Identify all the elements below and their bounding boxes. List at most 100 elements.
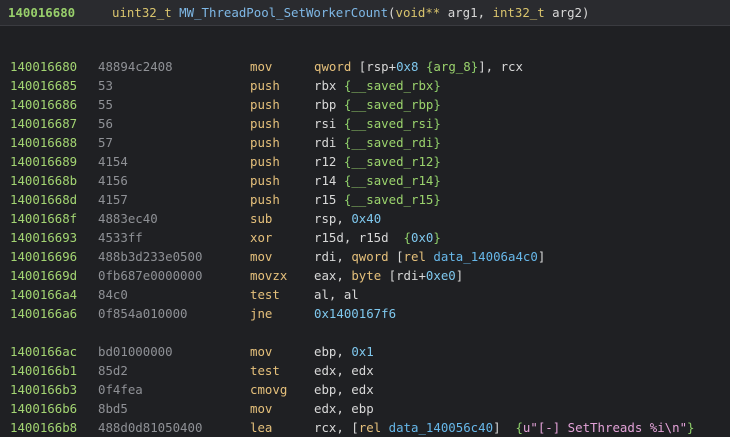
instruction-operands[interactable]: r15 {__saved_r15} [314, 190, 441, 209]
instruction-row[interactable]: 14001668f 4883ec40 sub rsp, 0x40 [0, 209, 730, 228]
instruction-operands[interactable]: r12 {__saved_r12} [314, 152, 441, 171]
operand-token: [rdi+ [381, 268, 426, 283]
instruction-operands[interactable]: rdi, qword [rel data_14006a4c0] [314, 247, 545, 266]
instruction-row[interactable]: 1400166a6 0f854a010000 jne 0x1400167f6 [0, 304, 730, 323]
instruction-operands[interactable]: rcx, [rel data_140056c40] {u"[-] SetThre… [314, 418, 695, 437]
instruction-operands[interactable]: edx, edx [314, 361, 374, 380]
instruction-address[interactable]: 14001668b [10, 171, 77, 190]
instruction-row[interactable]: 14001668d 4157 push r15 {__saved_r15} [0, 190, 730, 209]
instruction-mnemonic[interactable]: mov [250, 342, 272, 361]
signature-token: ( [388, 5, 396, 20]
instruction-mnemonic[interactable]: jne [250, 304, 272, 323]
instruction-bytes: 0f4fea [98, 382, 143, 397]
instruction-mnemonic[interactable]: cmovg [250, 380, 287, 399]
instruction-mnemonic[interactable]: sub [250, 209, 272, 228]
instruction-operands[interactable]: r15d, r15d {0x0} [314, 228, 441, 247]
operand-token: rdi [314, 135, 344, 150]
instruction-mnemonic[interactable]: push [250, 133, 280, 152]
operand-token: } [433, 173, 441, 188]
instruction-row[interactable]: 140016686 55 push rbp {__saved_rbp} [0, 95, 730, 114]
instruction-row[interactable]: 140016680 48894c2408 mov qword [rsp+0x8 {ar… [0, 57, 730, 76]
instruction-bytes: 48894c2408 [98, 59, 173, 74]
instruction-bytes: 4883ec40 [98, 211, 158, 226]
instruction-address[interactable]: 1400166b6 [10, 399, 77, 418]
instruction-mnemonic[interactable]: push [250, 95, 280, 114]
instruction-operands[interactable]: ebp, 0x1 [314, 342, 374, 361]
instruction-address[interactable]: 140016696 [10, 247, 77, 266]
instruction-address[interactable]: 1400166ac [10, 342, 77, 361]
operand-token: __saved_r14 [351, 173, 434, 188]
instruction-operands[interactable]: qword [rsp+0x8 {arg_8}], rcx [314, 57, 523, 76]
instruction-mnemonic[interactable]: push [250, 190, 280, 209]
instruction-address[interactable]: 14001669d [10, 266, 77, 285]
instruction-row[interactable]: 140016685 53 push rbx {__saved_rbx} [0, 76, 730, 95]
instruction-operands[interactable]: al, al [314, 285, 359, 304]
instruction-operands[interactable]: edx, ebp [314, 399, 374, 418]
operand-token: { [403, 230, 411, 245]
instruction-mnemonic[interactable]: push [250, 76, 280, 95]
instruction-mnemonic[interactable]: push [250, 114, 280, 133]
instruction-address[interactable]: 140016687 [10, 114, 77, 133]
operand-token: data_140056c40 [388, 420, 494, 435]
instruction-operands[interactable]: r14 {__saved_r14} [314, 171, 441, 190]
instruction-mnemonic[interactable]: movzx [250, 266, 287, 285]
function-address[interactable]: 140016680 [8, 5, 75, 20]
operand-token: rsi [314, 116, 344, 131]
instruction-address[interactable]: 1400166a6 [10, 304, 77, 323]
instruction-address[interactable]: 1400166a4 [10, 285, 77, 304]
instruction-operands[interactable]: rdi {__saved_rdi} [314, 133, 441, 152]
instruction-row[interactable]: 140016689 4154 push r12 {__saved_r12} [0, 152, 730, 171]
signature-token: int32_t [492, 5, 545, 20]
instruction-row[interactable]: 14001669d 0fb687e0000000 movzx eax, byte [r… [0, 266, 730, 285]
instruction-operands[interactable]: rsi {__saved_rsi} [314, 114, 441, 133]
instruction-row[interactable]: 140016693 4533ff xor r15d, r15d {0x0} [0, 228, 730, 247]
instruction-row[interactable]: 1400166b6 8bd5 mov edx, ebp [0, 399, 730, 418]
instruction-address[interactable]: 140016689 [10, 152, 77, 171]
instruction-row[interactable]: 1400166ac bd01000000 mov ebp, 0x1 [0, 342, 730, 361]
instruction-mnemonic[interactable]: mov [250, 399, 272, 418]
instruction-address[interactable]: 140016688 [10, 133, 77, 152]
instruction-address[interactable]: 14001668d [10, 190, 77, 209]
operand-token: arg_8 [433, 59, 471, 74]
instruction-row[interactable]: 14001668b 4156 push r14 {__saved_r14} [0, 171, 730, 190]
instruction-address[interactable]: 1400166b8 [10, 418, 77, 437]
instruction-row[interactable]: 140016687 56 push rsi {__saved_rsi} [0, 114, 730, 133]
instruction-address[interactable]: 140016680 [10, 57, 77, 76]
instruction-address[interactable]: 14001668f [10, 209, 77, 228]
instruction-operands[interactable]: rbp {__saved_rbp} [314, 95, 441, 114]
operand-token: __saved_rsi [351, 116, 434, 131]
instruction-operands[interactable]: eax, byte [rdi+0xe0] [314, 266, 463, 285]
instruction-row[interactable]: 1400166b8 488d0d81050400 lea rcx, [rel data… [0, 418, 730, 437]
operand-token: qword [314, 59, 352, 74]
operand-token: ] [493, 420, 516, 435]
instruction-address[interactable]: 140016693 [10, 228, 77, 247]
instruction-mnemonic[interactable]: push [250, 152, 280, 171]
operand-token: __saved_r12 [351, 154, 434, 169]
instruction-mnemonic[interactable]: mov [250, 57, 272, 76]
instruction-mnemonic[interactable]: push [250, 171, 280, 190]
instruction-row[interactable]: 1400166a4 84c0 test al, al [0, 285, 730, 304]
instruction-row[interactable]: 1400166b3 0f4fea cmovg ebp, edx [0, 380, 730, 399]
instruction-address[interactable]: 140016686 [10, 95, 77, 114]
instruction-bytes: 488d0d81050400 [98, 420, 203, 435]
instruction-operands[interactable]: rsp, 0x40 [314, 209, 381, 228]
instruction-mnemonic[interactable]: test [250, 361, 280, 380]
operand-token: } [433, 116, 441, 131]
instruction-operands[interactable]: ebp, edx [314, 380, 374, 399]
instruction-address[interactable]: 1400166b1 [10, 361, 77, 380]
instruction-row[interactable]: 140016688 57 push rdi {__saved_rdi} [0, 133, 730, 152]
instruction-operands[interactable]: 0x1400167f6 [314, 304, 396, 323]
function-signature[interactable]: uint32_t MW_ThreadPool_SetWorkerCount(vo… [112, 5, 589, 20]
instruction-bytes: 56 [98, 116, 113, 131]
instruction-row[interactable]: 1400166b1 85d2 test edx, edx [0, 361, 730, 380]
instruction-operands[interactable]: rbx {__saved_rbx} [314, 76, 441, 95]
instruction-mnemonic[interactable]: test [250, 285, 280, 304]
instruction-address[interactable]: 1400166b3 [10, 380, 77, 399]
instruction-address[interactable]: 140016685 [10, 76, 77, 95]
instruction-mnemonic[interactable]: lea [250, 418, 272, 437]
instruction-mnemonic[interactable]: xor [250, 228, 272, 247]
instruction-mnemonic[interactable]: mov [250, 247, 272, 266]
operand-token: __saved_rbx [351, 78, 434, 93]
operand-token: rsp, [314, 211, 352, 226]
instruction-row[interactable]: 140016696 488b3d233e0500 mov rdi, qword [re… [0, 247, 730, 266]
